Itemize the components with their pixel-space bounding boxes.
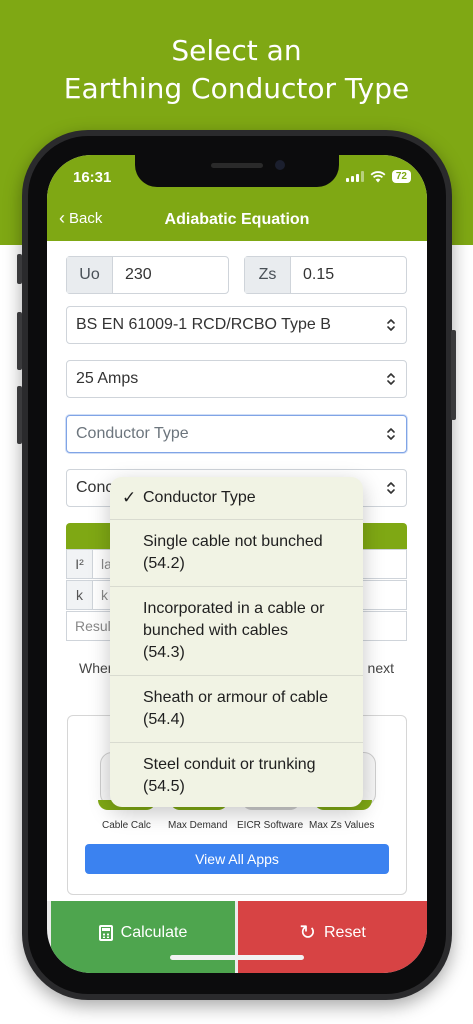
front-camera (275, 160, 285, 170)
row-value: Resul (75, 618, 111, 634)
note-right: next (367, 660, 394, 676)
option-text: Incorporated in a cable or (143, 600, 325, 617)
conductor-type-dropdown: ✓ Conductor Type Single cable not bunche… (110, 477, 363, 807)
app-label-cable-calc[interactable]: Cable Calc (102, 820, 151, 831)
speaker-grille (211, 163, 263, 168)
option-text: Steel conduit or trunking (143, 756, 316, 773)
reset-label: Reset (323, 924, 366, 941)
conductor-type-select[interactable]: Conductor Type (66, 415, 407, 453)
updown-chevron-icon (387, 319, 395, 331)
phone-notch (135, 155, 339, 187)
page-title: Adiabatic Equation (164, 211, 310, 228)
option-ref: (54.4) (143, 711, 185, 728)
home-indicator (170, 955, 304, 960)
uo-input-group: Uo 230 (66, 256, 229, 294)
app-label-max-zs[interactable]: Max Zs Values (309, 820, 374, 831)
rating-value: 25 Amps (76, 370, 139, 387)
phone-volume-down (17, 386, 22, 444)
option-text: Single cable not bunched (143, 533, 323, 550)
option-text: Sheath or armour of cable (143, 689, 328, 706)
uo-input[interactable]: 230 (113, 257, 228, 293)
view-all-apps-button[interactable]: View All Apps (85, 844, 389, 874)
option-text: bunched with cables (143, 622, 288, 639)
calculate-button[interactable]: Calculate (51, 901, 235, 973)
bottom-action-bar: Calculate ↻ Reset (47, 901, 427, 973)
refresh-icon: ↻ (299, 922, 316, 944)
nav-bar: 16:31 72 ‹ Back Adiabatic Equation (47, 155, 427, 241)
battery-icon: 72 (391, 170, 411, 183)
status-time: 16:31 (73, 169, 112, 186)
zs-input-group: Zs 0.15 (244, 256, 407, 294)
dropdown-selected-label: Conductor Type (143, 489, 256, 506)
headline-line-1: Select an (171, 34, 302, 67)
dropdown-option-54-5[interactable]: Steel conduit or trunking (54.5) (110, 742, 363, 807)
promo-headline: Select an Earthing Conductor Type (0, 32, 473, 108)
zs-input[interactable]: 0.15 (291, 257, 406, 293)
dropdown-option-54-3[interactable]: Incorporated in a cable or bunched with … (110, 586, 363, 675)
reset-button[interactable]: ↻ Reset (238, 901, 427, 973)
phone-volume-up (17, 312, 22, 370)
signal-icon (345, 171, 364, 182)
checkmark-icon: ✓ (122, 488, 137, 507)
updown-chevron-icon (387, 373, 395, 385)
calculator-icon (98, 925, 113, 941)
option-ref: (54.2) (143, 555, 185, 572)
uo-label: Uo (67, 257, 113, 293)
status-icons: 72 (345, 170, 411, 183)
device-type-select[interactable]: BS EN 61009-1 RCD/RCBO Type B (66, 306, 407, 344)
calculate-label: Calculate (120, 924, 188, 941)
rating-select[interactable]: 25 Amps (66, 360, 407, 398)
row-tag: k (67, 581, 93, 609)
zs-label: Zs (245, 257, 291, 293)
dropdown-option-54-2[interactable]: Single cable not bunched (54.2) (110, 519, 363, 586)
dropdown-option-selected[interactable]: ✓ Conductor Type (110, 477, 363, 519)
updown-chevron-icon (387, 428, 395, 440)
wifi-icon (370, 170, 386, 182)
row-tag: I² (67, 550, 93, 578)
phone-screen: 16:31 72 ‹ Back Adiabatic Equation Uo 23… (47, 155, 427, 973)
row-value: k (101, 587, 108, 603)
updown-chevron-icon (387, 482, 395, 494)
app-label-max-demand[interactable]: Max Demand (168, 820, 227, 831)
dropdown-option-54-4[interactable]: Sheath or armour of cable (54.4) (110, 675, 363, 742)
device-type-value: BS EN 61009-1 RCD/RCBO Type B (76, 316, 331, 333)
app-label-eicr[interactable]: EICR Software (237, 820, 303, 831)
phone-power-button (451, 330, 456, 420)
conductor-size-value: Conc (76, 479, 114, 496)
option-ref: (54.3) (143, 644, 185, 661)
headline-line-2: Earthing Conductor Type (63, 72, 410, 105)
option-ref: (54.5) (143, 778, 185, 795)
conductor-type-placeholder: Conductor Type (76, 425, 189, 442)
phone-side-button (17, 254, 22, 284)
